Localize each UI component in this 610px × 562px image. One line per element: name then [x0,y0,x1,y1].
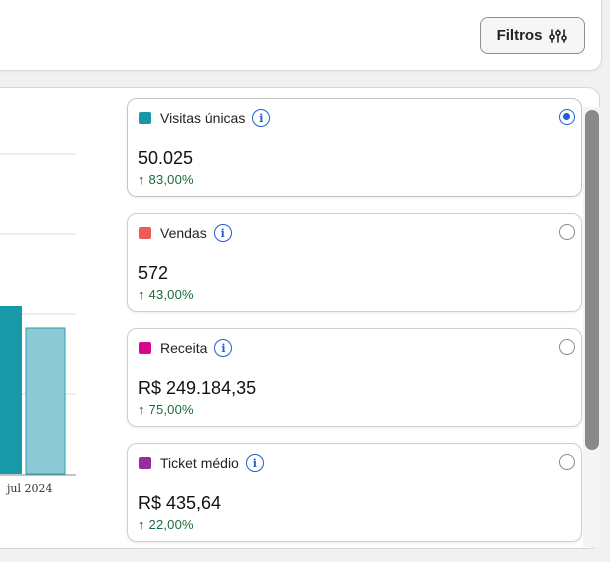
delta-value: 83,00% [148,172,194,187]
up-arrow-icon: ↑ [138,517,145,532]
metric-card[interactable]: Ticket médio i R$ 435,64 ↑ 22,00% [127,443,582,542]
card-value: R$ 435,64 [138,493,222,513]
card-header: Vendas i [139,223,232,243]
bar-previous [0,306,22,474]
card-value: 572 [138,263,169,283]
card-header: Receita i [139,338,233,358]
info-icon[interactable]: i [214,339,233,357]
card-label: Vendas [160,225,207,241]
bar-jul-2024 [25,327,66,475]
series-swatch [139,342,151,354]
series-swatch [139,457,151,469]
delta-value: 22,00% [148,517,194,532]
card-delta: ↑ 22,00% [138,517,194,532]
info-icon[interactable]: i [213,224,232,242]
metric-card[interactable]: Vendas i 572 ↑ 43,00% [127,213,582,312]
card-delta: ↑ 83,00% [138,172,194,187]
card-radio[interactable] [559,339,575,355]
x-tick-label: jul 2024 [5,482,53,495]
delta-value: 75,00% [148,402,194,417]
sliders-icon [548,28,568,44]
up-arrow-icon: ↑ [138,402,145,417]
filters-button[interactable]: Filtros [480,17,585,54]
card-radio[interactable] [559,109,575,125]
card-value: R$ 249.184,35 [138,378,257,398]
scrollbar-thumb[interactable] [585,110,599,450]
up-arrow-icon: ↑ [138,172,145,187]
up-arrow-icon: ↑ [138,287,145,302]
metric-card[interactable]: Visitas únicas i 50.025 ↑ 83,00% [127,98,582,197]
card-label: Receita [160,340,208,356]
card-label: Ticket médio [160,455,239,471]
delta-value: 43,00% [148,287,194,302]
series-swatch [139,112,151,124]
info-icon[interactable]: i [252,109,271,127]
filters-button-label: Filtros [496,27,543,44]
card-header: Visitas únicas i [139,108,271,128]
card-header: Ticket médio i [139,453,264,473]
card-radio[interactable] [559,224,575,240]
card-delta: ↑ 43,00% [138,287,194,302]
metric-card[interactable]: Receita i R$ 249.184,35 ↑ 75,00% [127,328,582,427]
card-label: Visitas únicas [160,110,246,126]
card-delta: ↑ 75,00% [138,402,194,417]
card-radio[interactable] [559,454,575,470]
series-swatch [139,227,151,239]
bar-chart: jul 2024 [0,88,120,508]
card-value: 50.025 [138,148,194,168]
info-icon[interactable]: i [245,454,264,472]
